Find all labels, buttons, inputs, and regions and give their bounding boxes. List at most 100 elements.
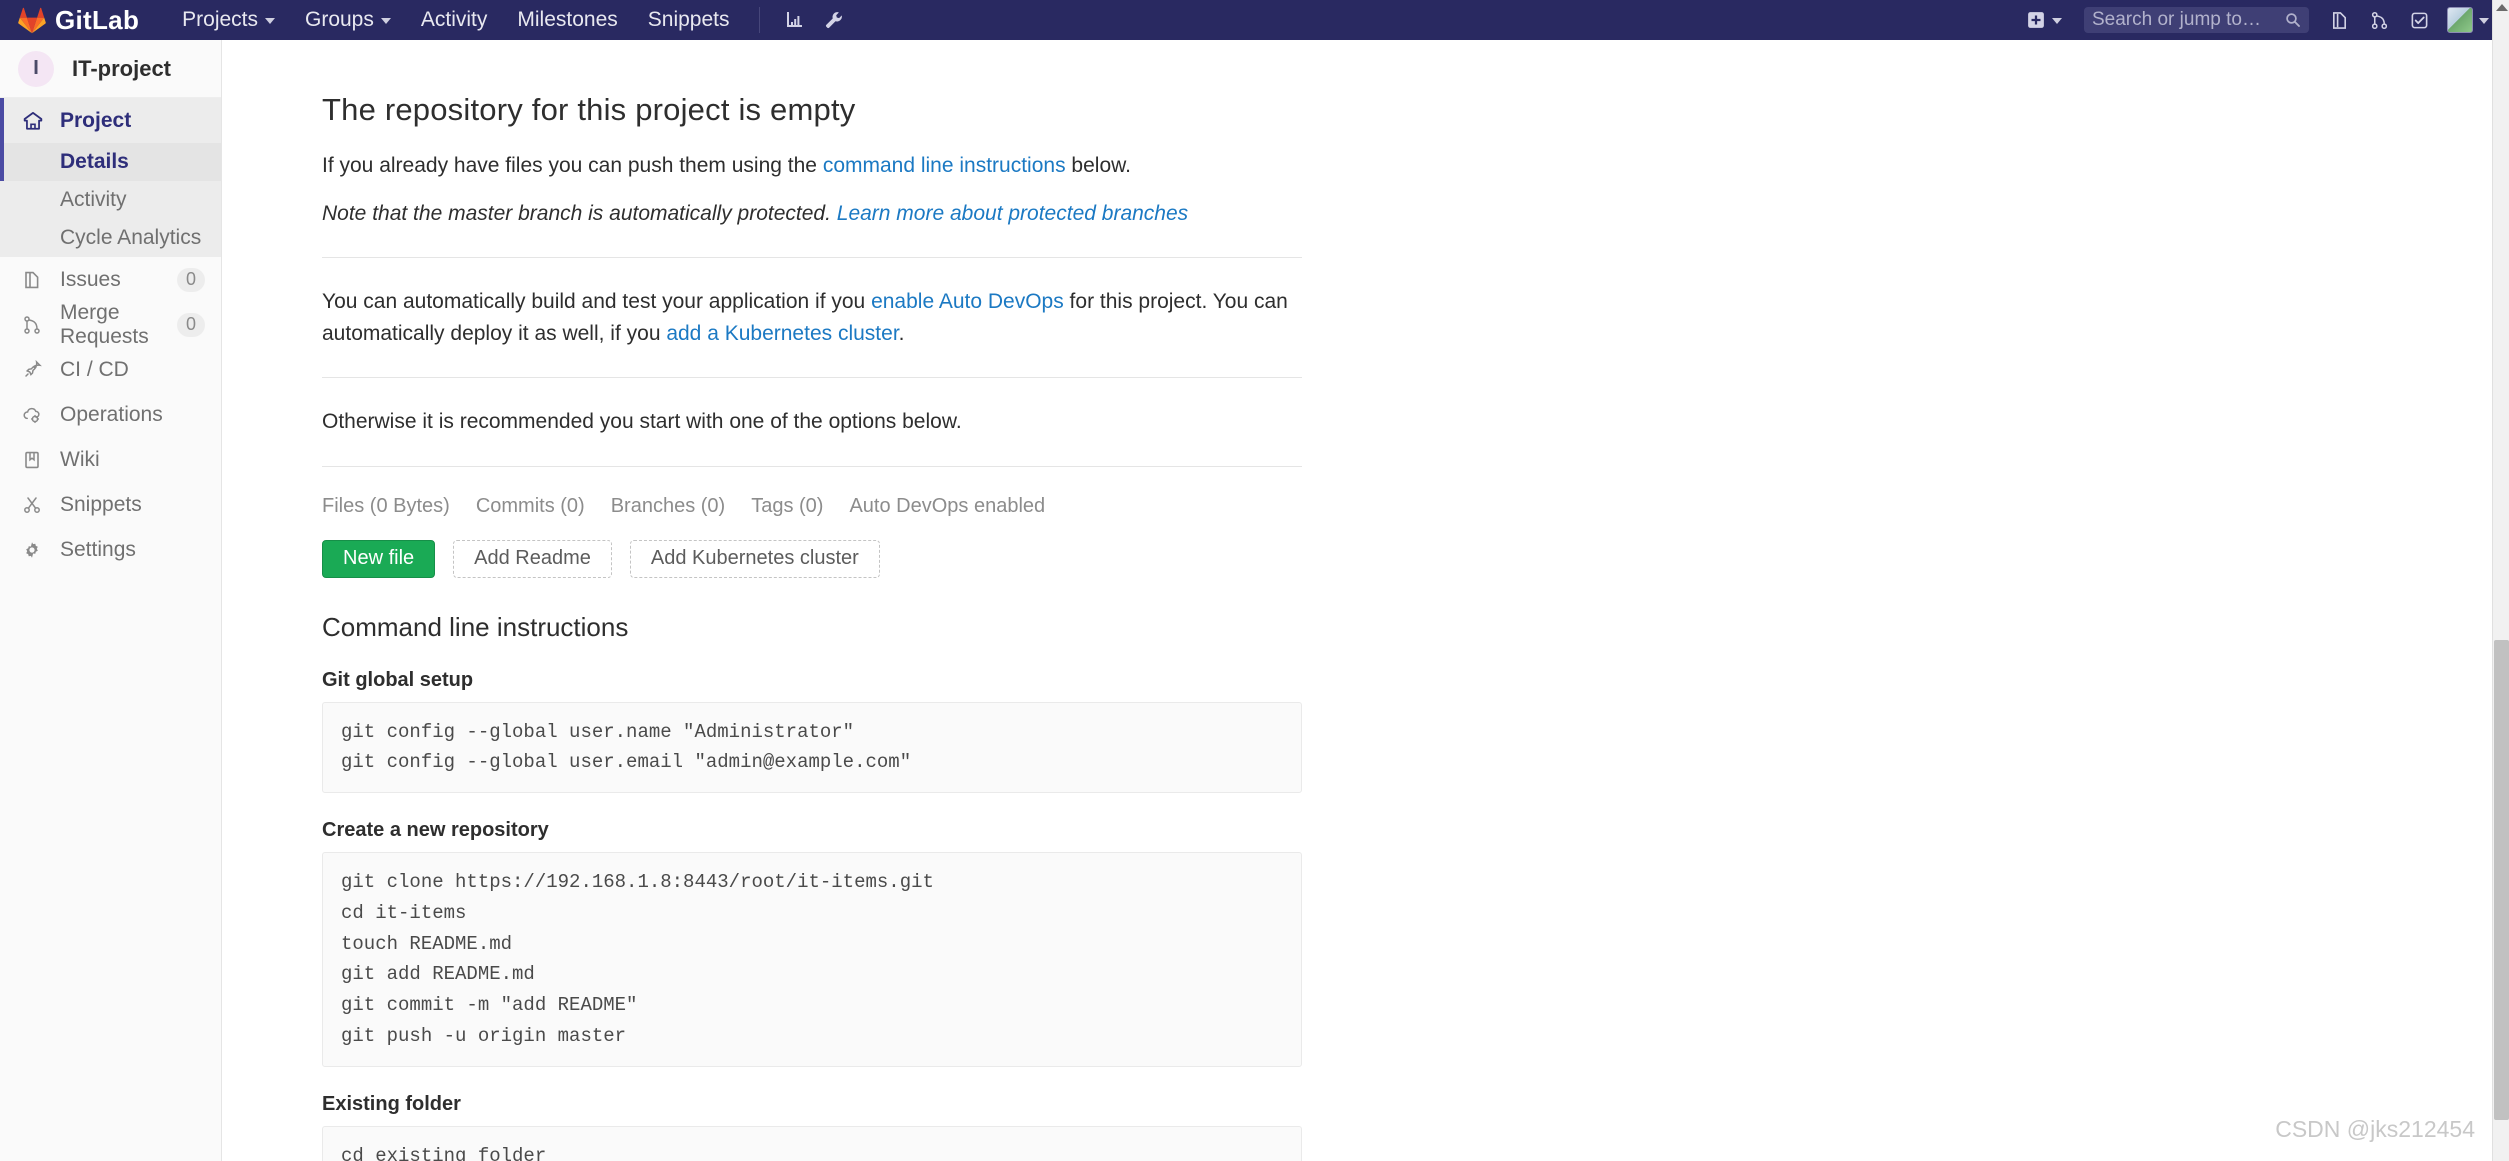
scissors-icon	[22, 495, 48, 515]
push-line-after: below.	[1065, 154, 1131, 177]
avatar	[2447, 7, 2473, 33]
gitlab-logo[interactable]: GitLab	[18, 5, 139, 36]
sidebar-item-project-label: Project	[60, 108, 132, 132]
project-sidebar: I IT-project Project Details Activity Cy…	[0, 40, 222, 1161]
sidebar-item-ci-cd-label: CI / CD	[60, 357, 129, 381]
navbar-right: Search or jump to…	[2017, 0, 2495, 40]
git-global-setup-code[interactable]: git config --global user.name "Administr…	[322, 701, 1302, 794]
nav-snippets[interactable]: Snippets	[633, 0, 745, 40]
scroll-up-arrow-icon[interactable]	[2496, 4, 2508, 11]
sidebar-item-merge-requests-label: Merge Requests	[60, 300, 149, 348]
git-global-setup-title: Git global setup	[322, 668, 474, 691]
autodevops-part3: .	[898, 321, 905, 345]
create-new-repository-code[interactable]: git clone https://192.168.1.8:8443/root/…	[322, 852, 1302, 1067]
nav-milestones[interactable]: Milestones	[502, 0, 632, 40]
sidebar-item-merge-requests[interactable]: Merge Requests 0	[0, 300, 221, 348]
wrench-icon[interactable]	[814, 0, 854, 40]
otherwise-line: Otherwise it is recommended you start wi…	[322, 410, 962, 433]
sidebar-item-activity[interactable]: Activity	[0, 181, 221, 219]
command-line-instructions-heading: Command line instructions	[322, 611, 629, 642]
sidebar-item-issues-label: Issues	[60, 267, 121, 291]
gitlab-wordmark: GitLab	[55, 4, 140, 35]
autodevops-part1: You can automatically build and test you…	[322, 290, 872, 313]
protected-branches-link[interactable]: Learn more about protected branches	[837, 202, 1188, 225]
issues-count-badge: 0	[177, 267, 205, 292]
page-title: The repository for this project is empty	[322, 92, 856, 127]
sidebar-item-wiki[interactable]: Wiki	[0, 437, 221, 482]
push-line-before: If you already have files you can push t…	[322, 154, 823, 177]
stat-files[interactable]: Files (0 Bytes)	[322, 495, 450, 518]
protected-branch-note: Note that the master branch is automatic…	[322, 198, 1302, 230]
existing-folder-code[interactable]: cd existing_folder git init git remote a…	[322, 1125, 1302, 1161]
create-new-repository-title: Create a new repository	[322, 819, 549, 842]
page-body: I IT-project Project Details Activity Cy…	[0, 40, 2509, 1161]
main-content: The repository for this project is empty…	[222, 40, 2509, 1161]
sidebar-item-activity-label: Activity	[60, 188, 127, 211]
sidebar-item-details-label: Details	[60, 150, 129, 173]
book-icon	[22, 450, 48, 470]
scrollbar-thumb[interactable]	[2494, 640, 2509, 1120]
nav-activity[interactable]: Activity	[406, 0, 503, 40]
chevron-down-icon	[265, 18, 275, 24]
protected-note-before: Note that the master branch is automatic…	[322, 201, 837, 225]
top-navbar: GitLab Projects Groups Activity Mileston…	[0, 0, 2509, 40]
merge-requests-icon[interactable]	[2359, 0, 2399, 40]
auto-devops-paragraph: You can automatically build and test you…	[322, 286, 1302, 349]
chevron-down-icon	[380, 18, 391, 24]
stat-commits[interactable]: Commits (0)	[476, 495, 585, 518]
empty-state-actions: New file Add Readme Add Kubernetes clust…	[322, 539, 1302, 578]
divider	[322, 377, 1302, 378]
add-kubernetes-cluster-button[interactable]: Add Kubernetes cluster	[629, 539, 880, 578]
merge-requests-count-badge: 0	[177, 312, 205, 337]
search-placeholder: Search or jump to…	[2092, 9, 2261, 30]
home-icon	[22, 110, 48, 132]
plus-square-icon	[2028, 12, 2044, 28]
gitlab-tanuki-icon	[18, 7, 46, 33]
sidebar-item-snippets-label: Snippets	[60, 492, 142, 516]
new-file-button[interactable]: New file	[322, 539, 436, 578]
issues-icon	[22, 270, 48, 290]
stat-auto-devops[interactable]: Auto DevOps enabled	[849, 495, 1045, 518]
sidebar-item-settings[interactable]: Settings	[0, 527, 221, 572]
stat-tags[interactable]: Tags (0)	[751, 495, 823, 518]
user-menu[interactable]	[2439, 7, 2495, 33]
push-instructions-line: If you already have files you can push t…	[322, 150, 1302, 182]
nav-activity-label: Activity	[420, 8, 488, 31]
rocket-icon	[22, 359, 48, 380]
sidebar-item-cycle-analytics[interactable]: Cycle Analytics	[0, 219, 221, 257]
add-readme-button[interactable]: Add Readme	[453, 539, 612, 578]
csdn-watermark: CSDN @jks212454	[2275, 1116, 2475, 1142]
new-dropdown-button[interactable]	[2017, 0, 2072, 40]
nav-snippets-label: Snippets	[647, 8, 730, 31]
nav-groups-label: Groups	[305, 8, 374, 31]
sidebar-item-details[interactable]: Details	[0, 143, 221, 181]
analytics-chart-icon[interactable]	[774, 0, 814, 40]
sidebar-item-ci-cd[interactable]: CI / CD	[0, 347, 221, 392]
empty-repo-panel: The repository for this project is empty…	[322, 40, 1302, 1161]
search-input[interactable]: Search or jump to…	[2084, 7, 2309, 33]
page-scrollbar[interactable]	[2492, 0, 2509, 1161]
project-name: IT-project	[72, 55, 172, 81]
todos-icon[interactable]	[2399, 0, 2439, 40]
gear-icon	[22, 540, 48, 560]
nav-groups[interactable]: Groups	[290, 0, 406, 40]
add-kubernetes-cluster-link[interactable]: add a Kubernetes cluster	[666, 322, 898, 345]
search-icon	[2286, 13, 2300, 27]
existing-folder-title: Existing folder	[322, 1092, 461, 1115]
cloud-gear-icon	[22, 405, 48, 425]
chevron-down-icon	[2479, 18, 2489, 24]
sidebar-project-header[interactable]: I IT-project	[0, 40, 221, 98]
nav-projects[interactable]: Projects	[167, 0, 290, 40]
sidebar-item-issues[interactable]: Issues 0	[0, 257, 221, 302]
issues-icon[interactable]	[2319, 0, 2359, 40]
enable-auto-devops-link[interactable]: enable Auto DevOps	[871, 290, 1064, 313]
sidebar-item-settings-label: Settings	[60, 537, 136, 561]
repo-stats-row: Files (0 Bytes) Commits (0) Branches (0)…	[322, 495, 1302, 518]
sidebar-item-wiki-label: Wiki	[60, 447, 100, 471]
command-line-instructions-link[interactable]: command line instructions	[823, 154, 1066, 177]
sidebar-item-snippets[interactable]: Snippets	[0, 482, 221, 527]
stat-branches[interactable]: Branches (0)	[611, 495, 726, 518]
sidebar-group-project: Project Details Activity Cycle Analytics	[0, 98, 221, 257]
sidebar-item-project[interactable]: Project	[0, 98, 221, 143]
sidebar-item-operations[interactable]: Operations	[0, 392, 221, 437]
